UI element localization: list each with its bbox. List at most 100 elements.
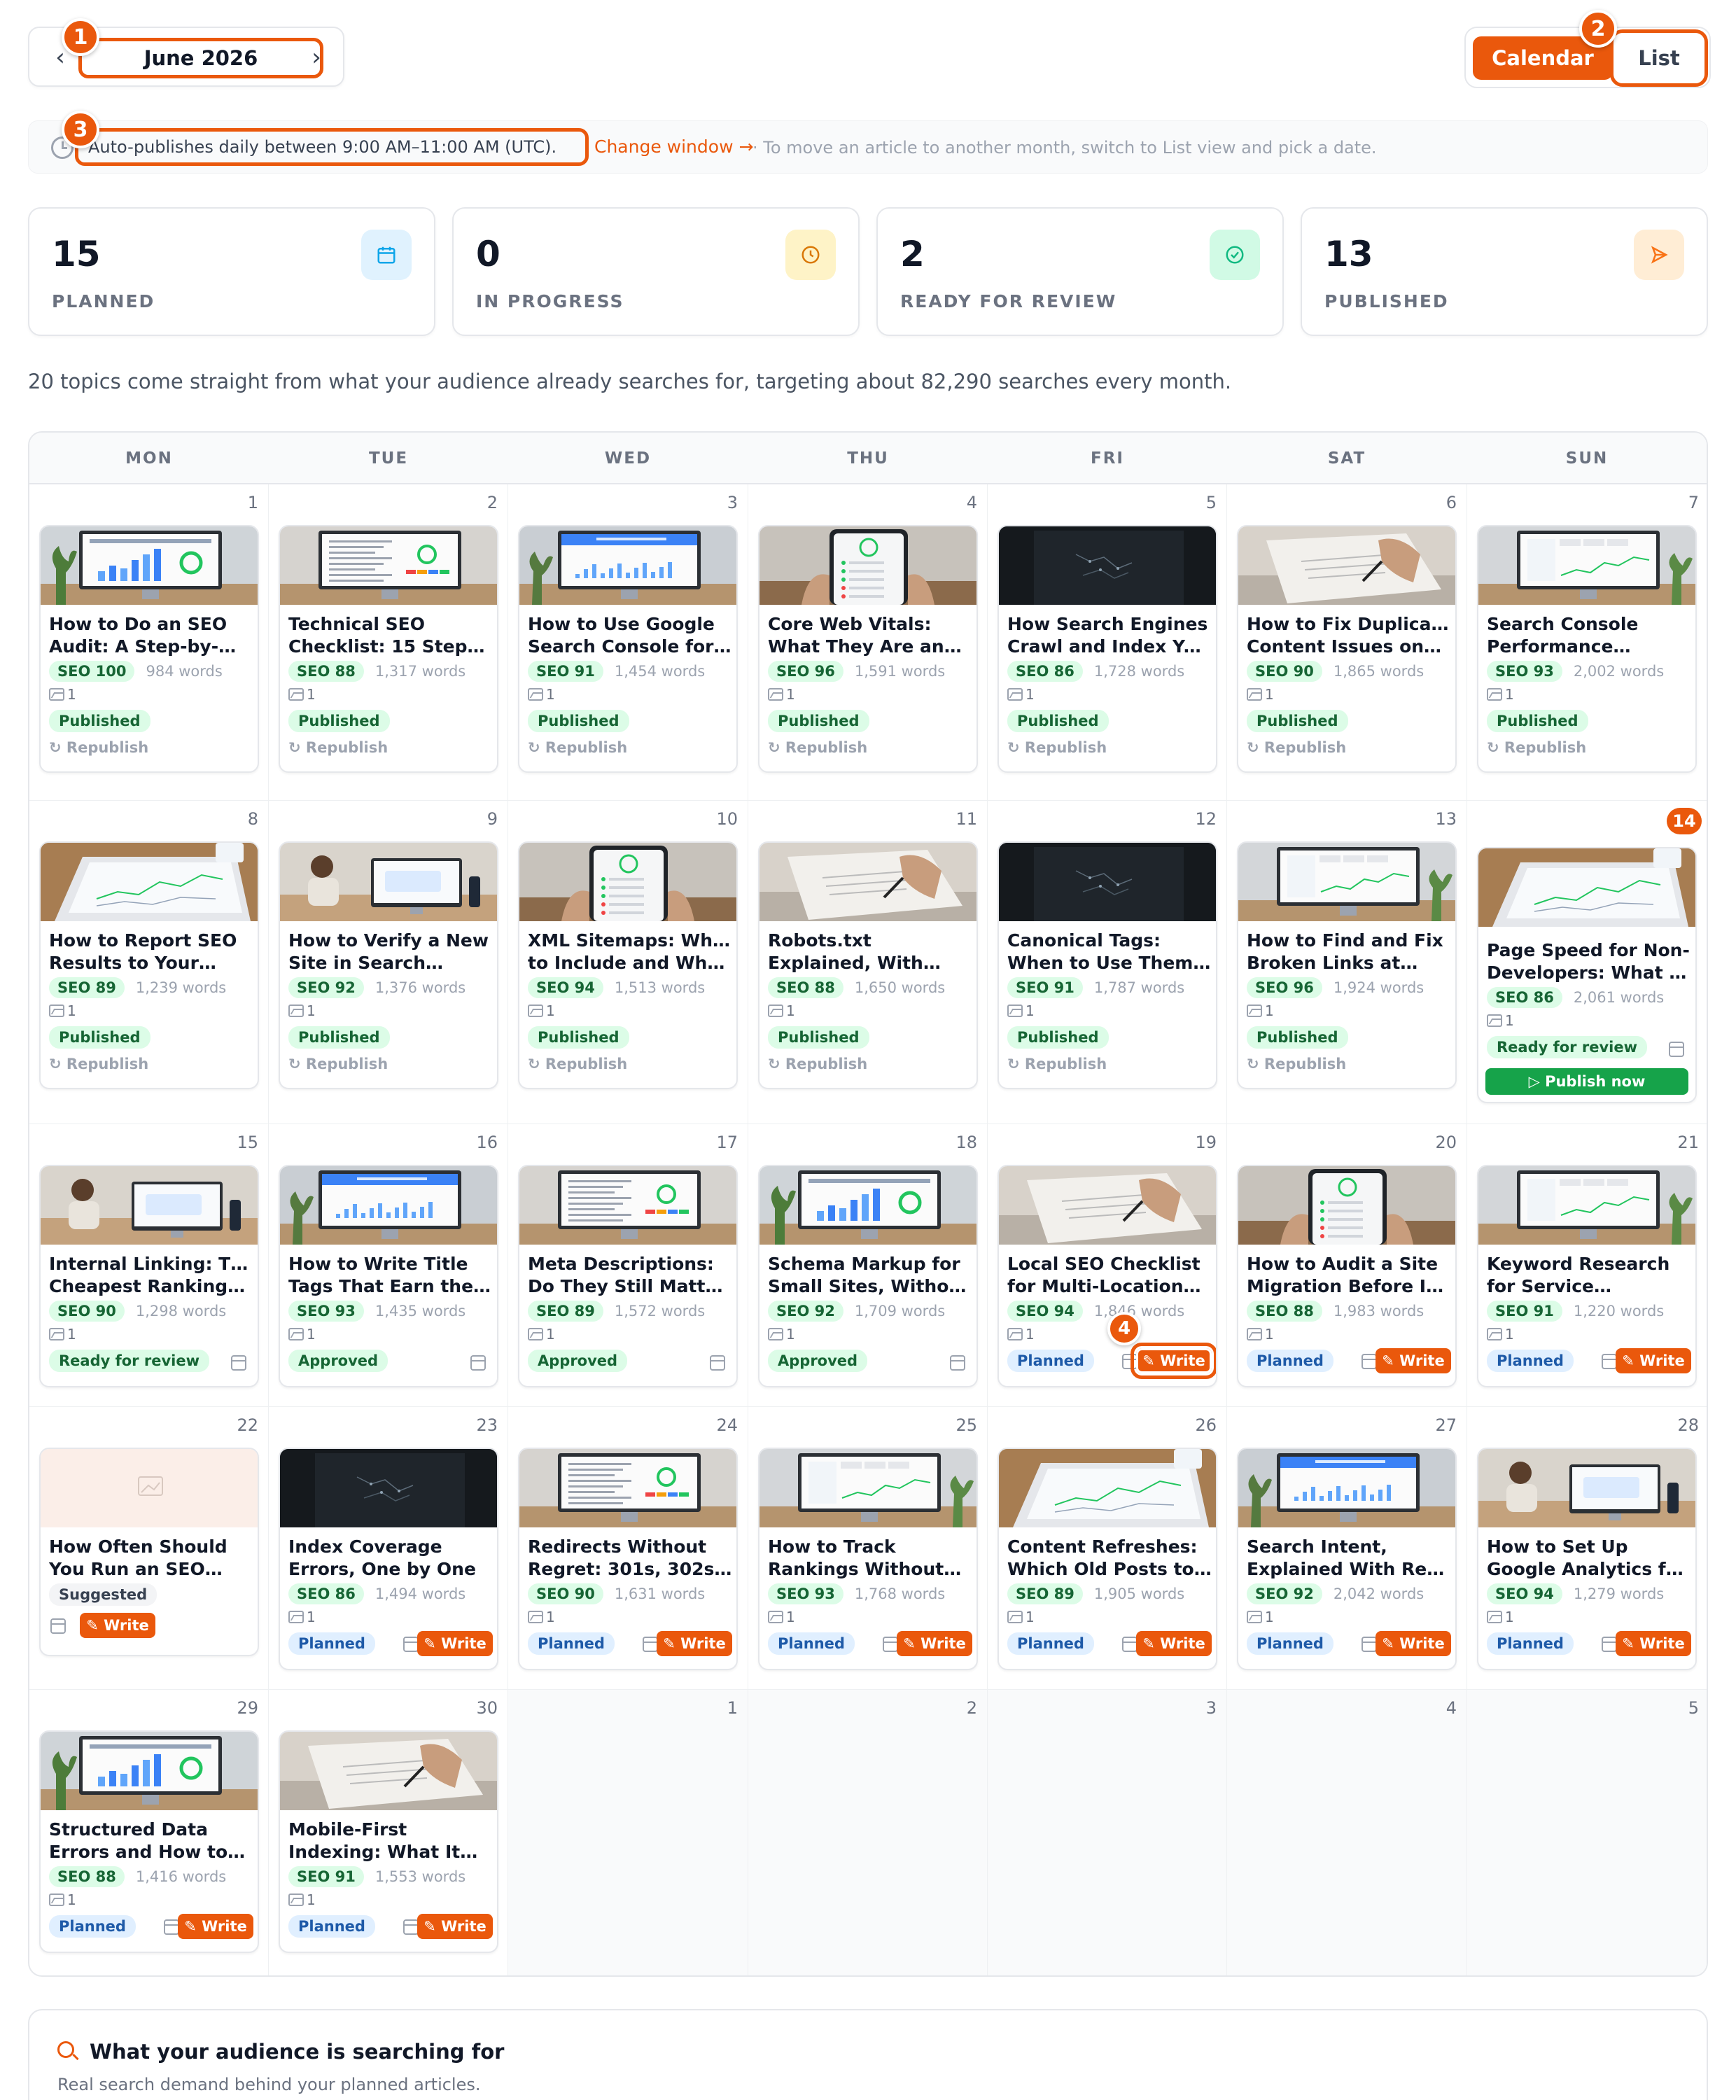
- article-thumbnail: [280, 526, 497, 605]
- article-card[interactable]: Meta Descriptions: Do They Still Matte… SE…: [518, 1165, 738, 1387]
- article-card[interactable]: How Often Should You Run an SEO… Suggested…: [39, 1448, 259, 1656]
- republish-button[interactable]: ↻ Republish: [1007, 739, 1107, 756]
- article-card[interactable]: How to Verify a New Site in Search… SEO 92…: [279, 841, 498, 1089]
- calendar-icon[interactable]: [1122, 1637, 1138, 1652]
- article-card[interactable]: How to Find and Fix Broken Links at… SEO 9…: [1237, 841, 1457, 1089]
- article-title: How Search Engines Crawl and Index Yo…: [1007, 613, 1212, 658]
- status-badge: Planned: [49, 1915, 136, 1938]
- image-count: 1: [288, 1891, 316, 1908]
- calendar-icon[interactable]: [1602, 1637, 1617, 1652]
- list-view-button[interactable]: List: [1610, 29, 1708, 87]
- article-card[interactable]: Robots.txt Explained, With… SEO 88 1,650 wo…: [758, 841, 978, 1089]
- republish-button[interactable]: ↻ Republish: [1247, 1056, 1346, 1072]
- image-count-value: 1: [1026, 1609, 1035, 1625]
- republish-button[interactable]: ↻ Republish: [1247, 739, 1346, 756]
- article-card[interactable]: How to Use Google Search Console for… SEO …: [518, 525, 738, 773]
- article-meta: SEO 96 1,591 words: [768, 661, 945, 682]
- write-button[interactable]: ✎ Write: [417, 1631, 493, 1656]
- calendar-day-cell: 15 Internal Linking: The Cheapest Ranking……: [29, 1124, 269, 1407]
- calendar-icon[interactable]: [1362, 1354, 1377, 1369]
- article-card[interactable]: Local SEO Checklist for Multi-Location… SE…: [997, 1165, 1217, 1387]
- write-button[interactable]: ✎ Write: [1136, 1631, 1212, 1656]
- calendar-icon[interactable]: [1669, 1042, 1684, 1057]
- article-title-line: Meta Descriptions:: [528, 1254, 714, 1274]
- write-button[interactable]: ✎ Write: [1130, 1343, 1216, 1379]
- calendar-icon[interactable]: [1122, 1354, 1138, 1369]
- publish-now-button[interactable]: ▷ Publish now: [1485, 1068, 1688, 1095]
- article-card[interactable]: Canonical Tags: When to Use Them… SEO 91 1,…: [997, 841, 1217, 1089]
- image-placeholder-icon: [41, 1449, 258, 1527]
- calendar-icon[interactable]: [1362, 1637, 1377, 1652]
- word-count: 2,002 words: [1573, 663, 1665, 680]
- article-card[interactable]: Page Speed for Non- Developers: What t… SE…: [1477, 847, 1697, 1103]
- article-title-line: Index Coverage: [288, 1536, 442, 1557]
- write-button[interactable]: ✎ Write: [178, 1914, 253, 1939]
- weekday-header: MON TUE WED THU FRI SAT SUN: [29, 433, 1707, 484]
- write-button[interactable]: ✎ Write: [1616, 1348, 1691, 1373]
- republish-button[interactable]: ↻ Republish: [1007, 1056, 1107, 1072]
- republish-button[interactable]: ↻ Republish: [49, 739, 148, 756]
- article-card[interactable]: Core Web Vitals: What They Are and… SEO 96…: [758, 525, 978, 773]
- article-card[interactable]: How to Fix Duplicate Content Issues on… SE…: [1237, 525, 1457, 773]
- article-card[interactable]: Content Refreshes: Which Old Posts to… SEO…: [997, 1448, 1217, 1670]
- article-card[interactable]: How to Audit a Site Migration Before It… S…: [1237, 1165, 1457, 1387]
- article-card[interactable]: Search Intent, Explained With Rea… SEO 92 2…: [1237, 1448, 1457, 1670]
- article-card[interactable]: How to Set Up Google Analytics fo… SEO 94 1…: [1477, 1448, 1697, 1670]
- republish-button[interactable]: ↻ Republish: [49, 1056, 148, 1072]
- calendar-icon[interactable]: [403, 1637, 419, 1652]
- stat-value: 2: [900, 234, 925, 274]
- republish-button[interactable]: ↻ Republish: [288, 739, 388, 756]
- image-count-value: 1: [786, 686, 795, 703]
- image-count-value: 1: [67, 686, 76, 703]
- article-card[interactable]: Keyword Research for Service… SEO 91 1,220 …: [1477, 1165, 1697, 1387]
- article-card[interactable]: Internal Linking: The Cheapest Ranking… SE…: [39, 1165, 259, 1387]
- audience-search-section: What your audience is searching for Real…: [28, 2009, 1708, 2100]
- article-card[interactable]: How Search Engines Crawl and Index Yo… SEO…: [997, 525, 1217, 773]
- write-button[interactable]: ✎ Write: [657, 1631, 732, 1656]
- image-count-value: 1: [786, 1609, 795, 1625]
- write-button[interactable]: ✎ Write: [417, 1914, 493, 1939]
- calendar-icon[interactable]: [643, 1637, 658, 1652]
- republish-button[interactable]: ↻ Republish: [1487, 739, 1586, 756]
- article-card[interactable]: Search Console Performance… SEO 93 2,002 wo…: [1477, 525, 1697, 773]
- article-card[interactable]: How to Write Title Tags That Earn the… SEO…: [279, 1165, 498, 1387]
- article-card[interactable]: How to Do an SEO Audit: A Step-by-… SEO 10…: [39, 525, 259, 773]
- article-title: Page Speed for Non- Developers: What t…: [1487, 939, 1691, 984]
- calendar-icon[interactable]: [231, 1355, 246, 1371]
- republish-button[interactable]: ↻ Republish: [528, 739, 627, 756]
- republish-button[interactable]: ↻ Republish: [288, 1056, 388, 1072]
- calendar-icon[interactable]: [710, 1355, 725, 1371]
- republish-button[interactable]: ↻ Republish: [528, 1056, 627, 1072]
- republish-button[interactable]: ↻ Republish: [768, 1056, 867, 1072]
- calendar-icon[interactable]: [883, 1637, 898, 1652]
- write-button[interactable]: ✎ Write: [1376, 1631, 1451, 1656]
- change-window-link[interactable]: Change window →: [594, 136, 753, 157]
- republish-button[interactable]: ↻ Republish: [768, 739, 867, 756]
- article-card[interactable]: Structured Data Errors and How to… SEO 88 1…: [39, 1730, 259, 1953]
- calendar-icon[interactable]: [470, 1355, 486, 1371]
- audience-section-subtitle: Real search demand behind your planned a…: [57, 2075, 481, 2094]
- article-card[interactable]: Index Coverage Errors, One by One SEO 86 1,…: [279, 1448, 498, 1670]
- month-label[interactable]: June 2026: [78, 38, 323, 78]
- article-card[interactable]: Mobile-First Indexing: What It… SEO 91 1,55…: [279, 1730, 498, 1953]
- calendar-icon[interactable]: [950, 1355, 965, 1371]
- article-card[interactable]: XML Sitemaps: What to Include and Wha… SEO…: [518, 841, 738, 1089]
- calendar-icon[interactable]: [403, 1919, 419, 1935]
- calendar-icon[interactable]: [164, 1919, 179, 1935]
- chevron-right-icon[interactable]: ›: [301, 42, 332, 73]
- calendar-icon[interactable]: [50, 1618, 66, 1634]
- image-count-value: 1: [1265, 1326, 1274, 1343]
- article-card[interactable]: Technical SEO Checklist: 15 Steps… SEO 88 1…: [279, 525, 498, 773]
- article-title-line: Redirects Without: [528, 1536, 707, 1557]
- seo-score-badge: SEO 86: [1007, 661, 1083, 682]
- article-card[interactable]: Schema Markup for Small Sites, Witho… SEO …: [758, 1165, 978, 1387]
- write-button[interactable]: ✎ Write: [897, 1631, 972, 1656]
- article-thumbnail: [999, 843, 1216, 921]
- write-button[interactable]: ✎ Write: [1376, 1348, 1451, 1373]
- calendar-icon[interactable]: [1602, 1354, 1617, 1369]
- article-card[interactable]: How to Track Rankings Without… SEO 93 1,768…: [758, 1448, 978, 1670]
- article-card[interactable]: Redirects Without Regret: 301s, 302s… SEO …: [518, 1448, 738, 1670]
- article-card[interactable]: How to Report SEO Results to Your… SEO 89 1…: [39, 841, 259, 1089]
- write-button[interactable]: ✎ Write: [1616, 1631, 1691, 1656]
- write-button[interactable]: ✎ Write: [80, 1613, 155, 1638]
